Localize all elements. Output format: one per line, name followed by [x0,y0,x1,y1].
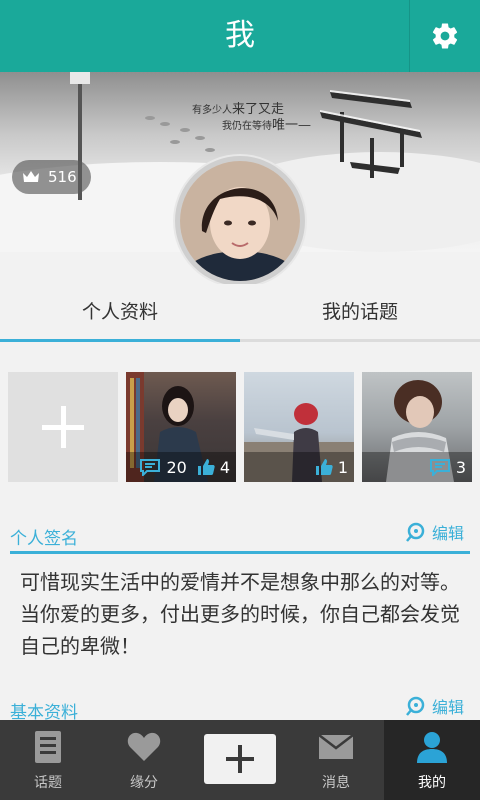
signature-section-rule [10,551,470,554]
avatar[interactable] [175,156,305,286]
app-header: 我 [0,0,480,72]
page-title: 我 [225,18,255,53]
rank-badge: 516 [12,160,91,194]
pen-icon [406,696,425,716]
rank-count: 516 [48,168,77,186]
photo-2-like-count: 1 [337,457,348,477]
edit-signature-label: 编辑 [431,524,464,543]
plus-icon-bar [226,757,254,761]
nav-messages-label: 消息 [322,775,350,791]
gear-icon [432,23,458,49]
envelope-icon [319,735,353,759]
photo-1-comment-count: 20 [166,457,187,477]
topic-list-icon [35,731,61,763]
comment-icon [140,459,161,476]
comment-icon [429,459,450,476]
crown-icon [23,171,39,182]
heart-icon [127,732,161,761]
photo-3-comment-count: 3 [455,457,466,477]
photo-thumbnail-2[interactable]: 1 [244,372,354,482]
nav-match[interactable]: 缘分 [96,720,192,800]
active-tab-indicator [0,339,240,342]
add-photo-button[interactable] [8,372,118,482]
nav-add-button[interactable] [204,734,276,784]
banner-text-dash: — [298,118,312,133]
signature-text: 可惜现实生活中的爱情并不是想象中那么的对等。当你爱的更多，付出更多的时候，你自己… [20,570,460,658]
person-icon [417,732,447,763]
edit-signature-button[interactable]: 编辑 [404,520,464,544]
nav-mine-label: 我的 [418,775,446,791]
nav-messages[interactable]: 消息 [288,720,384,800]
signature-section-title: 个人签名 [10,529,78,549]
thumbs-up-icon [315,459,333,475]
edit-basic-info-label: 编辑 [431,698,464,717]
thumbs-up-icon [197,459,215,475]
plus-icon-bar [42,425,84,430]
profile-tabs: 个人资料 我的话题 [0,284,480,342]
tab-my-topics[interactable]: 我的话题 [240,284,480,340]
photo-thumbnail-1[interactable]: 20 4 [126,372,236,482]
banner-text-line-2: 我仍在等待唯一— [222,114,311,133]
tab-profile-info[interactable]: 个人资料 [0,284,240,340]
nav-match-label: 缘分 [130,775,158,791]
photo-2-stats: 1 [244,452,354,482]
banner-text-2b: 唯一 [272,118,299,133]
edit-basic-info-button[interactable]: 编辑 [404,694,464,718]
nav-mine[interactable]: 我的 [384,720,480,800]
signature-section-header: 个人签名 编辑 [10,516,470,554]
settings-button[interactable] [410,0,480,72]
photo-1-like-count: 4 [219,457,230,477]
banner-text-2a: 我仍在等待 [222,121,272,132]
nav-topics[interactable]: 话题 [0,720,96,800]
photo-thumbnail-3[interactable]: 3 [362,372,472,482]
avatar-portrait [180,161,300,281]
photo-3-stats: 3 [362,452,472,482]
nav-topics-label: 话题 [34,775,62,791]
bottom-navigation: 话题 缘分 消息 我的 [0,720,480,800]
pen-icon [406,522,425,542]
photo-1-stats: 20 4 [126,452,236,482]
